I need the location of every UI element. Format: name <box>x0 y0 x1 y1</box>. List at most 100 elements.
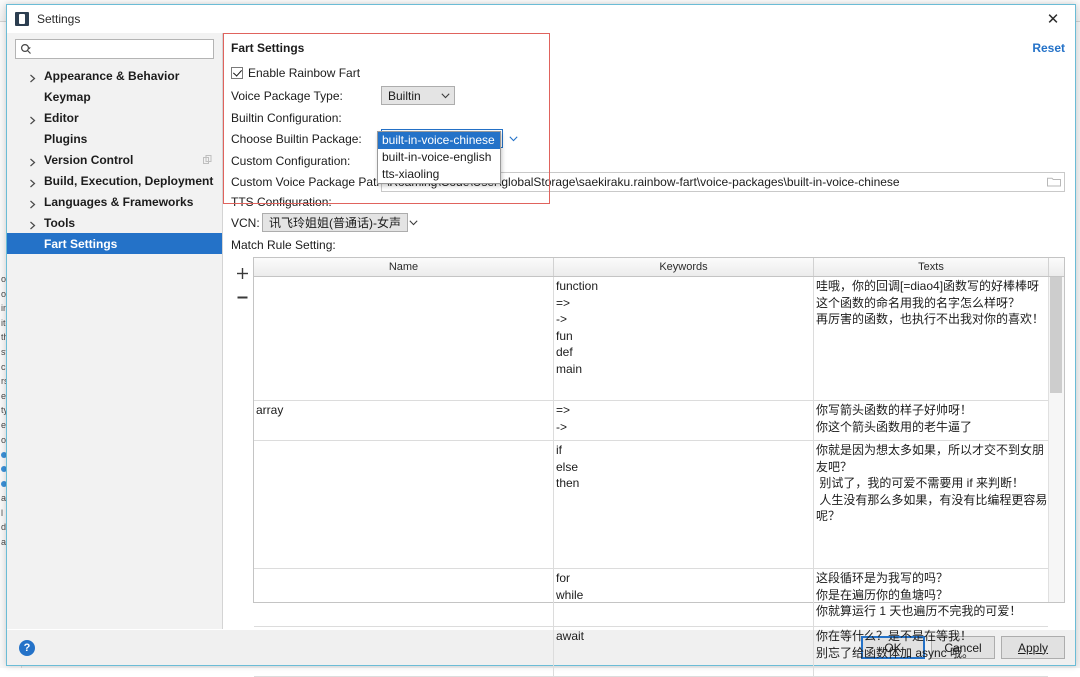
sidebar-item-label: Version Control <box>44 152 134 167</box>
column-header-name[interactable]: Name <box>254 258 554 276</box>
vcn-label: VCN: <box>231 215 260 230</box>
settings-tree-list: Appearance & Behavior Keymap Editor Plugins… <box>7 65 222 629</box>
sidebar-item-editor[interactable]: Editor <box>7 107 222 128</box>
cell-name[interactable] <box>254 441 554 568</box>
sidebar-item-plugins[interactable]: Plugins <box>7 128 222 149</box>
sidebar-item-languages-frameworks[interactable]: Languages & Frameworks <box>7 191 222 212</box>
table-row[interactable]: array => -> 你写箭头函数的样子好帅呀！ 你这个箭头函数用的老牛逼了 <box>254 401 1048 441</box>
text-line: 哇哦，你的回调[=diao4]函数写的好棒棒呀 <box>816 279 1040 293</box>
minus-icon <box>237 296 247 298</box>
folder-icon[interactable] <box>1046 174 1062 190</box>
search-input[interactable] <box>35 42 209 56</box>
choose-builtin-package-dropdown[interactable]: built-in-voice-chinese built-in-voice-eng… <box>377 131 501 184</box>
table-row[interactable]: await 你在等什么？是不是在等我！ 别忘了给函数体加 async 哦。 <box>254 627 1048 677</box>
text-line: 你在等什么？是不是在等我！ <box>816 629 973 643</box>
chevron-down-icon <box>509 135 518 141</box>
table-body: function => -> fun def main 哇哦，你的回调[=diao4]函数写… <box>254 277 1048 677</box>
help-button[interactable]: ? <box>19 639 35 656</box>
text-line: 人生没有那么多如果，有没有比编程更容易呢？ <box>816 492 1048 524</box>
cell-name[interactable] <box>254 569 554 626</box>
add-rule-button[interactable] <box>234 265 250 281</box>
scrollbar-thumb[interactable] <box>1050 277 1062 393</box>
enable-rainbow-fart-checkbox[interactable] <box>231 66 243 79</box>
cell-texts[interactable]: 你就是因为想太多如果，所以才交不到女朋友吧？ 别试了，我的可爱不需要用 if 来… <box>814 441 1048 568</box>
keyword-line: => <box>556 295 571 310</box>
custom-voice-package-path-label: Custom Voice Package Path: <box>231 174 387 189</box>
text-line: 你这个箭头函数用的老牛逼了 <box>816 419 973 434</box>
match-rule-table-toolbar <box>231 257 253 603</box>
table-header-row: Name Keywords Texts <box>254 258 1064 277</box>
cell-name[interactable]: array <box>254 401 554 440</box>
cell-texts[interactable]: 你写箭头函数的样子好帅呀！ 你这个箭头函数用的老牛逼了 <box>814 401 1048 440</box>
cell-keywords[interactable]: => -> <box>554 401 814 440</box>
search-icon <box>20 43 31 54</box>
cell-keywords[interactable]: for while <box>554 569 814 626</box>
voice-package-type-select[interactable]: Builtin <box>381 86 455 105</box>
cell-texts[interactable]: 你在等什么？是不是在等我！ 别忘了给函数体加 async 哦。 <box>814 627 1048 676</box>
sidebar-item-label: Tools <box>44 215 76 230</box>
table-vertical-scrollbar[interactable] <box>1048 277 1064 602</box>
close-icon[interactable]: ✕ <box>1031 5 1075 33</box>
sidebar-item-fart-settings[interactable]: Fart Settings <box>7 233 222 254</box>
custom-voice-package-path-row: Custom Voice Package Path: \Roaming\Code… <box>231 171 1065 192</box>
keyword-line: then <box>556 476 580 490</box>
chevron-down-icon <box>441 92 450 98</box>
keyword-line: await <box>556 629 585 643</box>
plus-icon <box>236 267 248 279</box>
cell-keywords[interactable]: await <box>554 627 814 676</box>
sidebar-item-label: Build, Execution, Deployment <box>44 173 214 188</box>
dropdown-option-1[interactable]: built-in-voice-english <box>378 149 500 166</box>
keyword-line: def <box>556 345 573 359</box>
choose-builtin-package-row: Choose Builtin Package: built-in-voice-c… <box>231 128 1065 149</box>
keyword-line: fun <box>556 328 573 343</box>
keyword-line: main <box>556 361 583 376</box>
vcn-select[interactable]: 讯飞玲姐姐(普通话)-女声 <box>262 213 418 232</box>
sidebar-item-build-execution-deployment[interactable]: Build, Execution, Deployment <box>7 170 222 191</box>
keyword-line: -> <box>556 312 568 326</box>
search-box[interactable] <box>15 39 214 59</box>
enable-rainbow-fart-row: Enable Rainbow Fart <box>231 62 1065 83</box>
sidebar-item-label: Editor <box>44 110 79 125</box>
chevron-right-icon[interactable] <box>29 198 37 208</box>
dropdown-option-0[interactable]: built-in-voice-chinese <box>378 132 500 149</box>
reset-link[interactable]: Reset <box>1032 41 1065 55</box>
table-row[interactable]: function => -> fun def main 哇哦，你的回调[=diao4]函数写… <box>254 277 1048 401</box>
cell-keywords[interactable]: if else then <box>554 441 814 568</box>
keyword-line: while <box>556 587 584 602</box>
match-rule-table-area: Name Keywords Texts function => -> fun def ma… <box>231 257 1065 677</box>
copy-icon[interactable] <box>203 153 212 167</box>
page-title: Fart Settings <box>231 41 305 55</box>
sidebar-item-tools[interactable]: Tools <box>7 212 222 233</box>
chevron-right-icon[interactable] <box>29 219 37 229</box>
dropdown-option-2[interactable]: tts-xiaoling <box>378 166 500 183</box>
chevron-right-icon[interactable] <box>29 177 37 187</box>
keyword-line: function <box>556 279 599 293</box>
chevron-right-icon[interactable] <box>29 156 37 166</box>
sidebar-item-version-control[interactable]: Version Control <box>7 149 222 170</box>
sidebar-item-label: Plugins <box>44 131 88 146</box>
dialog-body: Appearance & Behavior Keymap Editor Plugins… <box>7 33 1075 677</box>
cell-keywords[interactable]: function => -> fun def main <box>554 277 814 400</box>
cell-texts[interactable]: 哇哦，你的回调[=diao4]函数写的好棒棒呀 这个函数的命名用我的名字怎么样呀？… <box>814 277 1048 400</box>
cell-texts[interactable]: 这段循环是为我写的吗？ 你是在遍历你的鱼塘吗？ 你就算运行 1 天也遍历不完我的可爱… <box>814 569 1048 626</box>
column-header-texts[interactable]: Texts <box>814 258 1049 276</box>
sidebar-item-keymap[interactable]: Keymap <box>7 86 222 107</box>
column-header-keywords[interactable]: Keywords <box>554 258 814 276</box>
text-line: 别忘了给函数体加 async 哦。 <box>816 645 975 660</box>
remove-rule-button[interactable] <box>234 289 250 305</box>
text-line: 你写箭头函数的样子好帅呀！ <box>816 403 973 417</box>
text-line: 你就是因为想太多如果，所以才交不到女朋友吧？ <box>816 443 1045 474</box>
chevron-down-icon <box>409 219 418 225</box>
cell-name[interactable] <box>254 627 554 676</box>
table-row[interactable]: for while 这段循环是为我写的吗？ 你是在遍历你的鱼塘吗？ 你就算运行 1 天也… <box>254 569 1048 627</box>
dialog-title-bar: Settings ✕ <box>7 5 1075 33</box>
chevron-right-icon[interactable] <box>29 72 37 82</box>
keyword-line: if <box>556 443 562 457</box>
panel-header: Fart Settings Reset <box>231 41 1065 55</box>
chevron-right-icon[interactable] <box>29 114 37 124</box>
cell-name[interactable] <box>254 277 554 400</box>
sidebar-item-label: Keymap <box>44 89 91 104</box>
table-row[interactable]: if else then 你就是因为想太多如果，所以才交不到女朋友吧？ 别试了，我的可… <box>254 441 1048 569</box>
builtin-configuration-label: Builtin Configuration: <box>231 111 342 125</box>
sidebar-item-appearance-behavior[interactable]: Appearance & Behavior <box>7 65 222 86</box>
